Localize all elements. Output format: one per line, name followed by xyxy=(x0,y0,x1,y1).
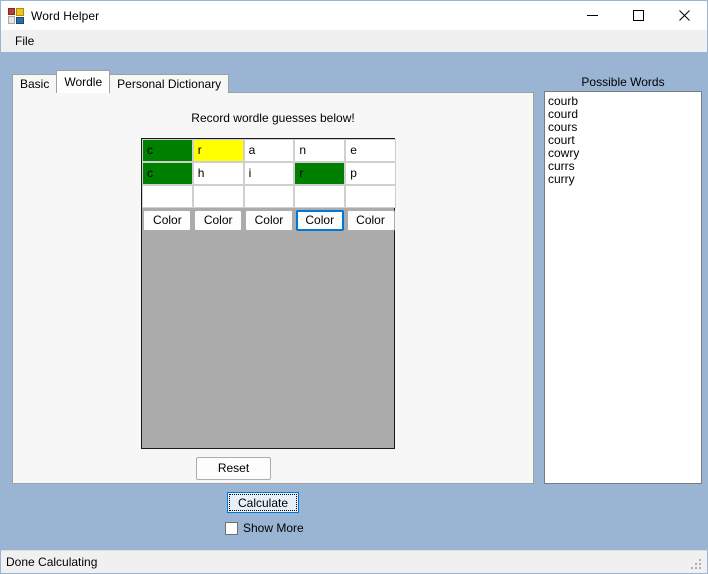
wordle-cell[interactable]: c xyxy=(142,139,193,162)
show-more-checkbox[interactable] xyxy=(225,521,238,535)
color-button-row: Color Color Color Color Color xyxy=(142,208,396,233)
menu-bar: File xyxy=(1,30,707,52)
status-text: Done Calculating xyxy=(6,555,98,569)
maximize-button[interactable] xyxy=(615,1,661,30)
tab-wordle[interactable]: Wordle xyxy=(56,70,111,93)
color-button-1[interactable]: Color xyxy=(143,210,192,231)
app-window: Word Helper File Basic Wordle Personal D… xyxy=(0,0,708,574)
status-bar: Done Calculating xyxy=(1,550,707,573)
show-more-row[interactable]: Show More xyxy=(225,521,304,535)
color-button-5[interactable]: Color xyxy=(346,210,395,231)
resize-grip-icon[interactable] xyxy=(690,555,704,569)
wordle-cell[interactable] xyxy=(243,185,295,208)
reset-button[interactable]: Reset xyxy=(196,457,271,480)
wordle-cell[interactable]: c xyxy=(142,162,193,185)
wordle-grid-row: c r a n e xyxy=(142,139,396,162)
wordle-board: c r a n e c h i r p Color Color Color Co… xyxy=(141,138,396,449)
close-button[interactable] xyxy=(661,1,707,30)
minimize-icon xyxy=(586,15,598,16)
calculate-button-label: Calculate xyxy=(229,494,297,511)
wordle-cell[interactable]: h xyxy=(192,162,244,185)
color-button-4[interactable]: Color xyxy=(295,210,344,231)
wordle-cell[interactable]: n xyxy=(294,139,346,162)
minimize-button[interactable] xyxy=(569,1,615,30)
wordle-cell[interactable] xyxy=(192,185,244,208)
wordle-cell[interactable]: r xyxy=(294,162,346,185)
tab-basic[interactable]: Basic xyxy=(12,74,58,93)
tab-strip: Basic Wordle Personal Dictionary xyxy=(12,70,230,93)
color-button-3[interactable]: Color xyxy=(244,210,293,231)
wordle-cell[interactable]: r xyxy=(192,139,244,162)
wordle-cell[interactable]: i xyxy=(243,162,295,185)
maximize-icon xyxy=(632,10,644,21)
wordle-grid-row xyxy=(142,185,396,208)
possible-words-label: Possible Words xyxy=(581,75,665,89)
color-button-2[interactable]: Color xyxy=(194,210,243,231)
wordle-grid: c r a n e c h i r p Color Color Color Co… xyxy=(142,139,396,233)
app-icon xyxy=(8,7,24,24)
wordle-cell[interactable] xyxy=(142,185,193,208)
list-item[interactable]: curry xyxy=(548,173,701,186)
calculate-button[interactable]: Calculate xyxy=(227,492,299,513)
wordle-grid-row: c h i r p xyxy=(142,162,396,185)
menu-item-file[interactable]: File xyxy=(8,31,41,51)
wordle-cell[interactable] xyxy=(345,185,396,208)
window-title: Word Helper xyxy=(31,8,100,23)
close-icon xyxy=(678,10,690,21)
wordle-cell[interactable]: a xyxy=(243,139,295,162)
wordle-cell[interactable]: p xyxy=(345,162,396,185)
window-controls xyxy=(569,1,707,30)
possible-words-listbox[interactable]: courb courd cours court cowry currs curr… xyxy=(544,91,702,484)
title-bar: Word Helper xyxy=(1,1,707,30)
tab-personal-dictionary[interactable]: Personal Dictionary xyxy=(109,74,230,93)
wordle-tab-panel: Record wordle guesses below! c r a n e c… xyxy=(12,92,534,484)
show-more-label: Show More xyxy=(243,521,304,535)
wordle-heading: Record wordle guesses below! xyxy=(191,111,355,125)
wordle-cell[interactable] xyxy=(294,185,346,208)
wordle-cell[interactable]: e xyxy=(345,139,396,162)
